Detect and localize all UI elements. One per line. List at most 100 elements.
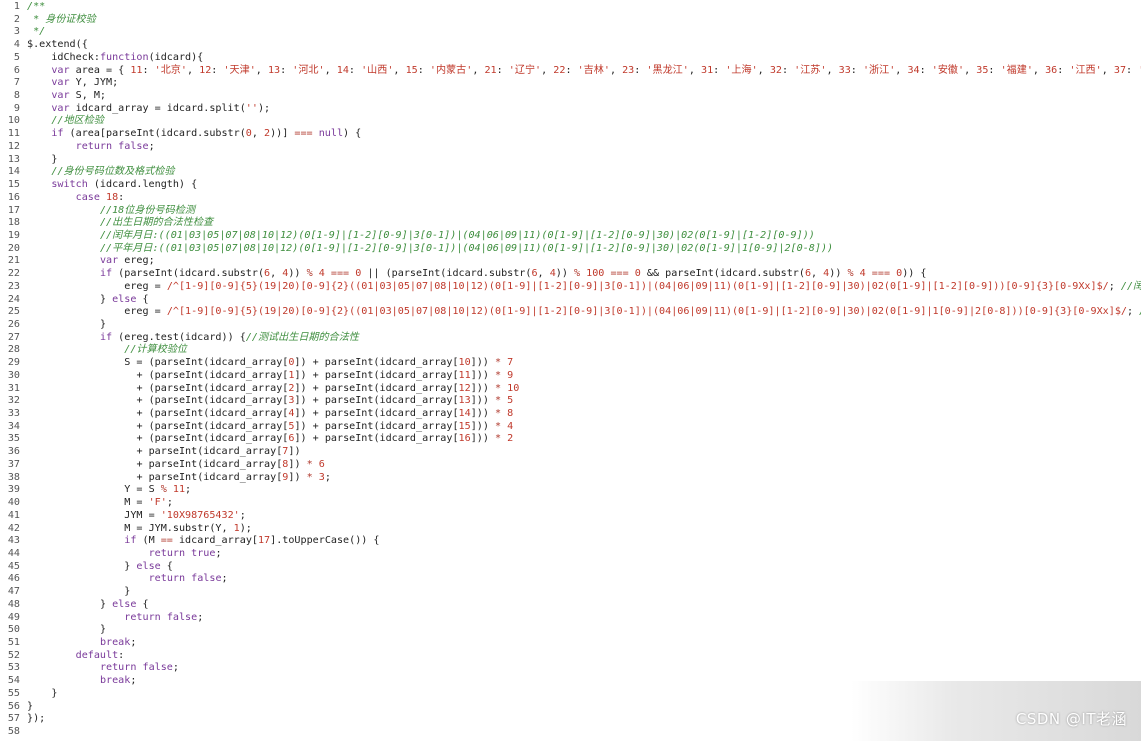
- line-number: 23: [7, 280, 20, 292]
- code-line: 21 var ereg;: [0, 255, 155, 268]
- code-line: 31 + (parseInt(idcard_array[2]) + parseIn…: [0, 383, 519, 396]
- code-token: ])): [470, 369, 495, 381]
- code-token: ]) + parseInt(idcard_array[: [294, 408, 459, 420]
- code-token: 31: [701, 64, 714, 76]
- code-token: false: [142, 662, 173, 674]
- code-token: }: [99, 293, 113, 305]
- code-line: 9 var idcard_array = idcard.split('');: [0, 103, 270, 116]
- code-token: idcard_array = idcard.split(: [69, 102, 246, 114]
- code-line: 55}: [0, 688, 58, 701]
- code-token: ) {: [343, 128, 362, 140]
- code-token: + (parseInt(idcard_array[: [136, 382, 289, 394]
- code-line: 56}: [0, 701, 33, 714]
- code-line: 2 * 身份证校验: [0, 14, 96, 27]
- line-number: 54: [7, 675, 20, 687]
- code-line: 52 default:: [0, 650, 124, 663]
- code-token: ]) + parseInt(idcard_array[: [294, 395, 459, 407]
- code-line: 10 //地区检验: [0, 115, 104, 128]
- code-token: 34: [907, 64, 920, 76]
- code-line: 14 //身份号码位数及格式检验: [0, 166, 175, 179]
- code-token: ])): [470, 357, 495, 369]
- line-number: 41: [7, 509, 20, 521]
- code-editor: 58 57}); 56} 55} 54 break; 53 return false; 52 de…: [0, 0, 1141, 741]
- code-token: 12: [199, 64, 212, 76]
- code-line: 38 + parseInt(idcard_array[9]) * 3;: [0, 472, 331, 485]
- line-number: 25: [7, 306, 20, 318]
- code-token: (ereg.test(idcard)) {: [112, 331, 246, 343]
- line-number: 58: [7, 726, 20, 738]
- line-number: 52: [7, 649, 20, 661]
- code-token: + (parseInt(idcard_array[: [136, 433, 289, 445]
- line-number: 5: [13, 51, 20, 63]
- code-token: || (parseInt(idcard.substr(: [361, 268, 532, 280]
- line-number: 53: [7, 662, 20, 674]
- code-token: '山西': [361, 64, 394, 76]
- code-token: '辽宁': [508, 64, 542, 76]
- code-token: '黑龙江': [646, 64, 689, 76]
- line-number: 1: [13, 1, 20, 12]
- code-token: ==: [160, 535, 173, 547]
- code-line: 53 return false;: [0, 662, 179, 675]
- code-line: 40 M = 'F';: [0, 497, 173, 510]
- code-token: default: [75, 649, 119, 661]
- line-number: 34: [7, 420, 20, 432]
- code-token: ,: [393, 64, 406, 76]
- code-line: 39 Y = S % 11;: [0, 484, 191, 497]
- code-token: ,: [1101, 64, 1114, 76]
- code-token: //测试出生日期的合法性: [245, 331, 359, 343]
- code-token: 16: [458, 433, 471, 445]
- code-token: var: [51, 90, 70, 102]
- code-token: ]) + parseInt(idcard_array[: [294, 382, 459, 394]
- code-token: ,: [541, 64, 554, 76]
- code-token: ,: [537, 268, 550, 280]
- code-line: 41 JYM = '10X98765432';: [0, 510, 246, 523]
- code-token: 23: [622, 64, 635, 76]
- line-number: 14: [7, 166, 20, 178]
- code-line: 29 S = (parseInt(idcard_array[0]) + parse…: [0, 357, 513, 370]
- code-token: ,: [964, 64, 977, 76]
- code-token: var: [51, 102, 70, 114]
- code-token: if: [124, 535, 137, 547]
- code-token: :: [211, 64, 224, 76]
- code-token: ;: [166, 497, 173, 509]
- line-number: 17: [7, 204, 20, 216]
- code-token: + (parseInt(idcard_array[: [136, 369, 289, 381]
- code-token: :: [988, 64, 1001, 76]
- code-line: 34 + (parseInt(idcard_array[5]) + parseIn…: [0, 421, 513, 434]
- line-number: 40: [7, 497, 20, 509]
- code-line: 12 return false;: [0, 141, 155, 154]
- code-token: }: [99, 598, 113, 610]
- code-token: 17: [257, 535, 271, 547]
- code-token: 36: [1045, 64, 1058, 76]
- code-token: ])): [470, 420, 495, 432]
- code-line: 1 /**: [0, 1, 45, 14]
- line-number: 45: [7, 560, 20, 572]
- code-token: ;: [1108, 280, 1121, 292]
- code-line: 27 if (ereg.test(idcard)) {//测试出生日期的合法性: [0, 332, 359, 345]
- code-token: ;: [197, 611, 204, 623]
- code-line: 49 return false;: [0, 612, 203, 625]
- code-token: ]): [288, 446, 301, 458]
- code-token: + (parseInt(idcard_array[: [136, 408, 289, 420]
- code-token: :: [1126, 64, 1139, 76]
- code-token: return: [124, 611, 161, 623]
- code-token: ]) + parseInt(idcard_array[: [294, 433, 459, 445]
- code-token: return: [148, 547, 186, 559]
- code-token: + parseInt(idcard_array[: [136, 446, 283, 458]
- code-token: else: [112, 598, 137, 610]
- code-token: )): [829, 268, 848, 280]
- code-token: if: [99, 268, 113, 280]
- code-token: ,: [1032, 64, 1046, 76]
- code-token: ;: [130, 675, 137, 687]
- code-token: :: [634, 64, 647, 76]
- code-token: }: [99, 319, 107, 330]
- code-token: true: [191, 547, 216, 559]
- code-token: //闰年出生日: [1120, 280, 1141, 292]
- csdn-watermark: CSDN @IT老涵: [1015, 710, 1127, 728]
- code-token: 2: [507, 433, 514, 445]
- code-token: 33: [838, 64, 851, 76]
- line-number: 46: [7, 573, 20, 585]
- code-token: (idcard.length) {: [87, 179, 198, 191]
- code-token: */: [27, 26, 46, 38]
- code-token: 11: [130, 64, 143, 76]
